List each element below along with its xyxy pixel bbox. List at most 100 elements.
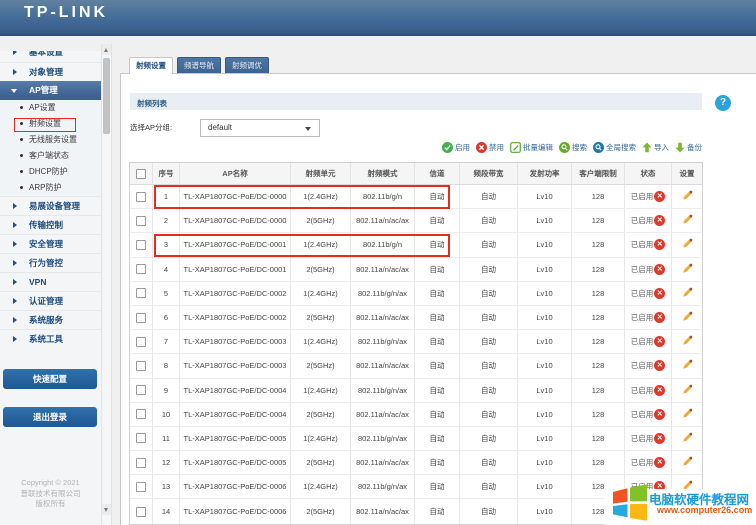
enable-icon — [442, 142, 453, 153]
cell-bandwidth: 自动 — [460, 282, 518, 305]
sidebar-item-系统工具[interactable]: 系统工具 — [0, 329, 101, 348]
sidebar-item-客户端状态[interactable]: 客户端状态 — [0, 148, 101, 164]
disable-x-icon[interactable]: ✕ — [654, 457, 665, 468]
sidebar-item-DHCP防护[interactable]: DHCP防护 — [0, 164, 101, 180]
tab-射频调优[interactable]: 射频调优 — [225, 57, 269, 73]
ap-group-select[interactable]: default — [200, 119, 320, 137]
edit-pencil-icon[interactable] — [682, 287, 693, 300]
disable-x-icon[interactable]: ✕ — [654, 336, 665, 347]
disable-x-icon[interactable]: ✕ — [654, 191, 665, 202]
sidebar-item-传输控制[interactable]: 传输控制 — [0, 215, 101, 234]
edit-pencil-icon[interactable] — [682, 263, 693, 276]
sidebar-item-行为管控[interactable]: 行为管控 — [0, 253, 101, 272]
edit-pencil-icon[interactable] — [682, 432, 693, 445]
cell-no: 10 — [153, 403, 180, 426]
row-checkbox[interactable] — [136, 458, 146, 468]
disable-x-icon[interactable]: ✕ — [654, 312, 665, 323]
cell-tx-power: Lv10 — [518, 209, 572, 232]
tab-频谱导航[interactable]: 频谱导航 — [177, 57, 221, 73]
row-checkbox[interactable] — [136, 337, 146, 347]
edit-pencil-icon[interactable] — [682, 214, 693, 227]
edit-pencil-icon[interactable] — [682, 190, 693, 203]
edit-pencil-icon[interactable] — [682, 384, 693, 397]
sidebar-item-认证管理[interactable]: 认证管理 — [0, 291, 101, 310]
tab-射频设置[interactable]: 射频设置 — [129, 57, 173, 74]
disable-x-icon[interactable]: ✕ — [654, 264, 665, 275]
edit-pencil-icon[interactable] — [682, 238, 693, 251]
sidebar-item-label: DHCP防护 — [29, 164, 68, 180]
scrollbar-thumb[interactable] — [103, 58, 110, 134]
cell-status: 已启用✕ — [625, 451, 672, 474]
sidebar-item-VPN[interactable]: VPN — [0, 272, 101, 291]
cell-ap-name: TL-XAP1807GC-PoE/DC-0006 — [180, 499, 291, 523]
sidebar-item-ARP防护[interactable]: ARP防护 — [0, 180, 101, 196]
sidebar-item-对象管理[interactable]: 对象管理 — [0, 62, 101, 81]
edit-pencil-icon[interactable] — [682, 335, 693, 348]
sidebar-item-label: 行为管控 — [29, 254, 63, 273]
sidebar-item-label: VPN — [29, 273, 46, 292]
toolbar-button-批量编辑[interactable]: 批量编辑 — [510, 142, 553, 153]
cell-no: 7 — [153, 330, 180, 353]
sidebar-item-AP管理[interactable]: AP管理 — [0, 81, 101, 100]
sidebar-scrollbar[interactable] — [101, 44, 112, 525]
toolbar-button-启用[interactable]: 启用 — [442, 142, 470, 153]
logout-button[interactable]: 退出登录 — [3, 407, 97, 427]
row-checkbox[interactable] — [136, 264, 146, 274]
table-header-row: 序号AP名称射频单元射频模式信道频段带宽发射功率客户端限制状态设置 — [130, 163, 702, 185]
cell-settings — [672, 451, 702, 474]
edit-pencil-icon[interactable] — [682, 359, 693, 372]
row-checkbox[interactable] — [136, 482, 146, 492]
row-checkbox[interactable] — [136, 216, 146, 226]
cell-radio-mode: 802.11a/n/ac/ax — [351, 451, 415, 474]
chevron-right-icon — [13, 222, 17, 228]
cell-radio-unit: 2(5GHz) — [291, 403, 351, 426]
toolbar-button-全局搜索[interactable]: 全局搜索 — [593, 142, 636, 153]
edit-pencil-icon[interactable] — [682, 408, 693, 421]
header-cell-设置: 设置 — [672, 163, 702, 184]
row-checkbox[interactable] — [136, 507, 146, 517]
header-cell-客户端限制: 客户端限制 — [572, 163, 625, 184]
disable-x-icon[interactable]: ✕ — [654, 409, 665, 420]
sidebar-item-易展设备管理[interactable]: 易展设备管理 — [0, 196, 101, 215]
row-checkbox[interactable] — [136, 433, 146, 443]
cell-ap-name: TL-XAP1807GC-PoE/DC-0000 — [180, 209, 291, 232]
disable-x-icon[interactable]: ✕ — [654, 215, 665, 226]
cell-status: 已启用✕ — [625, 258, 672, 281]
disable-x-icon[interactable]: ✕ — [654, 288, 665, 299]
toolbar-button-备份[interactable]: 备份 — [675, 142, 702, 153]
row-checkbox[interactable] — [136, 385, 146, 395]
sidebar-item-安全管理[interactable]: 安全管理 — [0, 234, 101, 253]
disable-x-icon[interactable]: ✕ — [654, 385, 665, 396]
sidebar-item-无线服务设置[interactable]: 无线服务设置 — [0, 132, 101, 148]
sidebar-item-系统服务[interactable]: 系统服务 — [0, 310, 101, 329]
row-checkbox[interactable] — [136, 361, 146, 371]
chevron-right-icon — [13, 51, 17, 55]
disable-x-icon[interactable]: ✕ — [654, 360, 665, 371]
edit-pencil-icon[interactable] — [682, 311, 693, 324]
sidebar-item-AP设置[interactable]: AP设置 — [0, 100, 101, 116]
status-enabled-text: 已启用 — [631, 264, 654, 275]
edit-pencil-icon[interactable] — [682, 456, 693, 469]
scrollbar-up-button[interactable] — [102, 44, 111, 55]
row-checkbox[interactable] — [136, 409, 146, 419]
quick-setup-button[interactable]: 快速配置 — [3, 369, 97, 389]
row-checkbox[interactable] — [136, 192, 146, 202]
row-checkbox[interactable] — [136, 240, 146, 250]
cell-bandwidth: 自动 — [460, 475, 518, 498]
toolbar-button-导入[interactable]: 导入 — [642, 142, 669, 153]
cell-radio-unit: 1(2.4GHz) — [291, 427, 351, 450]
cell-checkbox — [130, 354, 153, 377]
row-checkbox[interactable] — [136, 288, 146, 298]
cell-checkbox — [130, 233, 153, 256]
disable-x-icon[interactable]: ✕ — [654, 239, 665, 250]
toolbar-button-label: 导入 — [654, 142, 669, 153]
scrollbar-down-button[interactable] — [102, 504, 111, 515]
table-row-12: 12TL-XAP1807GC-PoE/DC-00052(5GHz)802.11a… — [130, 451, 702, 475]
select-all-checkbox[interactable] — [136, 169, 146, 179]
toolbar-button-禁用[interactable]: 禁用 — [476, 142, 504, 153]
help-icon[interactable]: ? — [715, 95, 731, 111]
row-checkbox[interactable] — [136, 313, 146, 323]
disable-x-icon[interactable]: ✕ — [654, 433, 665, 444]
toolbar-button-搜索[interactable]: 搜索 — [559, 142, 587, 153]
sidebar-item-基本设置[interactable]: 基本设置 — [0, 51, 101, 62]
